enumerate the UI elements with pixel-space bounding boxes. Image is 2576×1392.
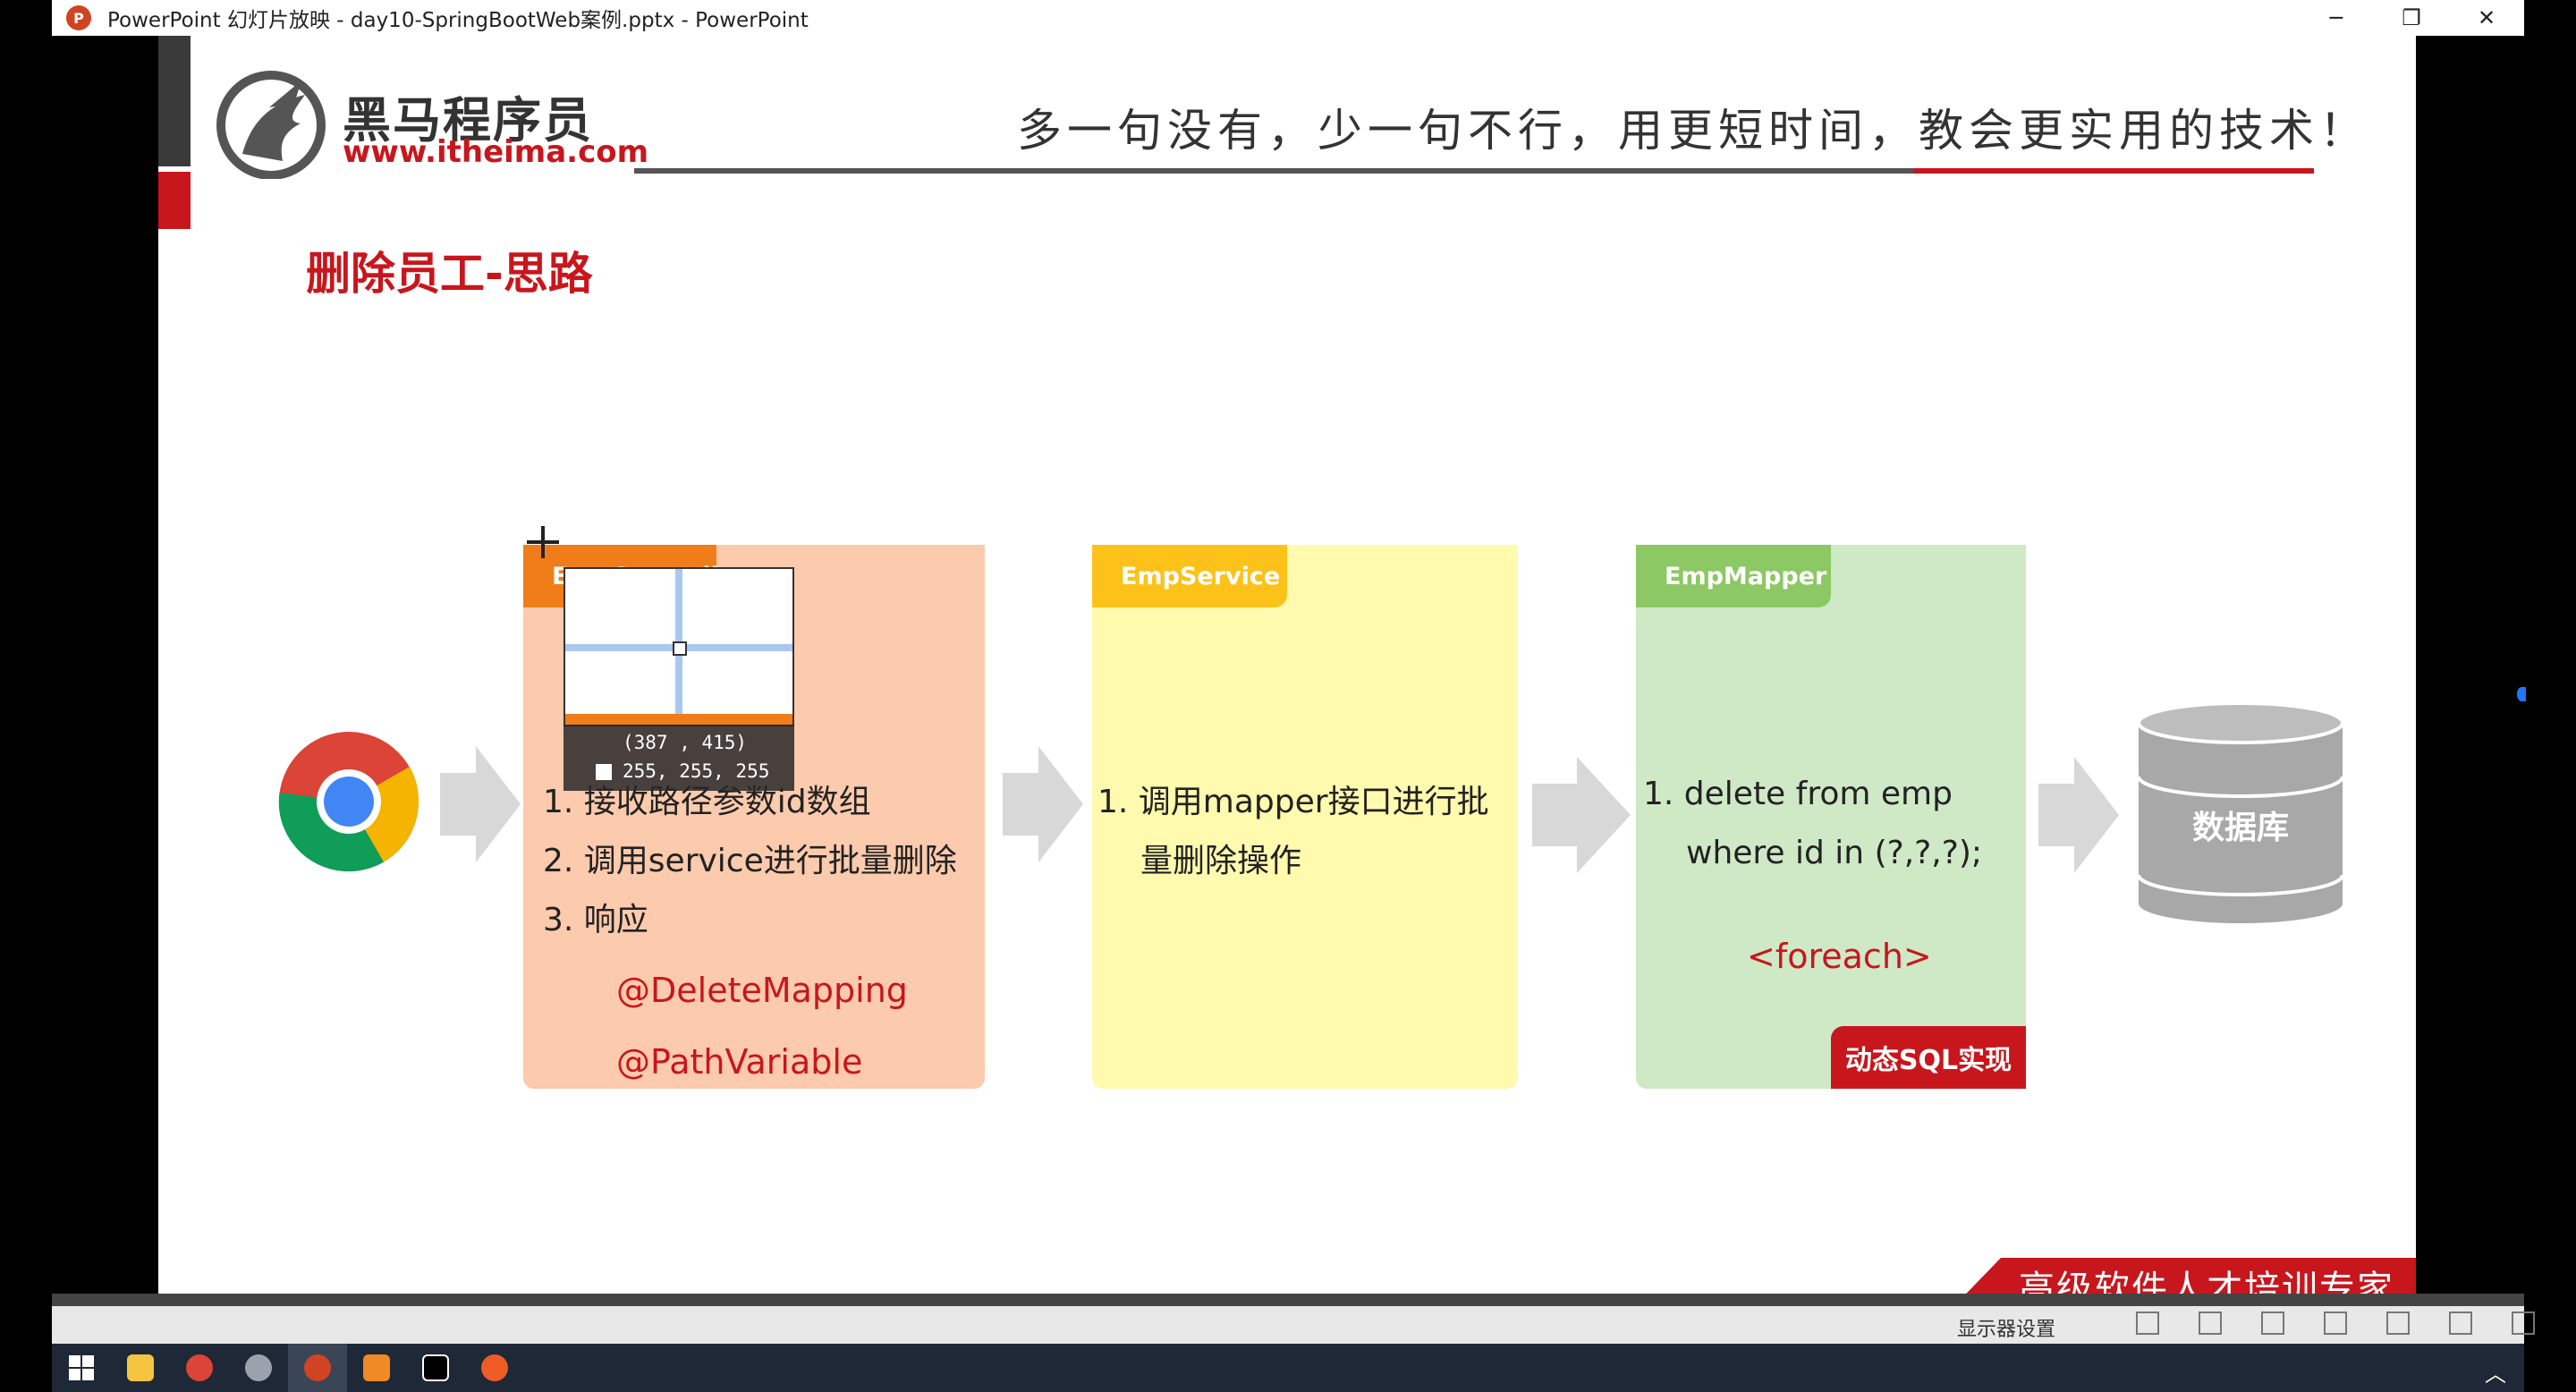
arrow-right-icon xyxy=(440,746,521,862)
controller-step-2: 2. 调用service进行批量删除 xyxy=(543,843,957,879)
next-slide-icon[interactable] xyxy=(2261,1311,2284,1335)
path-variable-annotation: @PathVariable xyxy=(616,1042,863,1082)
arrow-right-icon xyxy=(1532,757,1631,873)
delete-mapping-annotation: @DeleteMapping xyxy=(616,971,908,1010)
file-explorer-icon[interactable] xyxy=(111,1344,170,1392)
minimize-button[interactable]: ─ xyxy=(2299,0,2374,36)
service-step-1: 1. 调用mapper接口进行批 xyxy=(1097,784,1489,820)
color-rgb-value: 255, 255, 255 xyxy=(623,760,770,782)
window-title: PowerPoint 幻灯片放映 - day10-SpringBootWeb案例… xyxy=(107,9,809,32)
color-swatch xyxy=(596,764,612,780)
slide-bottom-border xyxy=(52,1294,2524,1306)
logo-url: www.itheima.com xyxy=(343,134,649,170)
reading-view-icon[interactable] xyxy=(2449,1311,2472,1335)
mapper-box: EmpMapper 1. delete from emp where id in… xyxy=(1636,545,2026,1089)
header-divider xyxy=(634,168,1913,174)
slide-title: 删除员工-思路 xyxy=(306,248,593,300)
database-label: 数据库 xyxy=(2191,810,2289,846)
postman-icon[interactable] xyxy=(465,1344,524,1392)
intellij-icon[interactable] xyxy=(406,1344,465,1392)
service-box: EmpService 1. 调用mapper接口进行批 量删除操作 xyxy=(1092,545,1518,1089)
service-step-1-cont: 量删除操作 xyxy=(1140,843,1302,879)
magnifier-view xyxy=(564,567,794,726)
arrow-right-icon xyxy=(2038,757,2119,873)
windows-taskbar: ︿ xyxy=(52,1344,2524,1392)
mapper-sql-line2: where id in (?,?,?); xyxy=(1686,835,1982,871)
mapper-tab: EmpMapper xyxy=(1636,545,1831,607)
previous-slide-icon[interactable] xyxy=(2136,1311,2159,1335)
color-picker-magnifier: (387 , 415) 255, 255, 255 xyxy=(564,567,794,791)
service-tab: EmpService xyxy=(1092,545,1287,607)
controller-step-3: 3. 响应 xyxy=(543,902,648,938)
itheima-logo-icon xyxy=(216,71,326,179)
powerpoint-icon[interactable] xyxy=(288,1344,347,1392)
window-title-bar: P PowerPoint 幻灯片放映 - day10-SpringBootWeb… xyxy=(52,0,2524,36)
display-settings-button[interactable]: 显示器设置 xyxy=(1957,1313,2055,1342)
header-divider-accent xyxy=(1913,168,2314,174)
chrome-icon[interactable] xyxy=(170,1344,229,1392)
windows-start-icon[interactable] xyxy=(52,1344,111,1392)
normal-view-icon[interactable] xyxy=(2324,1311,2347,1335)
slide-left-accent xyxy=(158,172,191,229)
powerpoint-icon: P xyxy=(66,5,91,30)
app-icon[interactable] xyxy=(229,1344,288,1392)
sublime-icon[interactable] xyxy=(347,1344,406,1392)
chrome-icon xyxy=(278,732,419,872)
cursor-coordinates: (387 , 415) xyxy=(623,732,748,753)
edge-indicator xyxy=(2517,687,2526,701)
slogan: 多一句没有，少一句不行，用更短时间，教会更实用的技术！ xyxy=(1017,105,2369,157)
slide: 黑马程序员 www.itheima.com 多一句没有，少一句不行，用更短时间，… xyxy=(158,36,2416,1294)
chevron-up-icon[interactable]: ︿ xyxy=(2485,1356,2506,1388)
slide-sorter-icon[interactable] xyxy=(2386,1311,2410,1335)
foreach-tag: <foreach> xyxy=(1747,937,1932,976)
dynamic-sql-badge: 动态SQL实现 xyxy=(1831,1026,2026,1089)
mapper-sql-line1: 1. delete from emp xyxy=(1643,776,1953,812)
restore-button[interactable]: ❐ xyxy=(2374,0,2449,36)
slide-left-bar xyxy=(158,36,191,166)
slide-menu-icon[interactable] xyxy=(2199,1311,2222,1335)
arrow-right-icon xyxy=(1003,746,1083,862)
magnifier-info: (387 , 415) 255, 255, 255 xyxy=(564,725,794,791)
slideshow-view-icon[interactable] xyxy=(2512,1311,2535,1335)
close-button[interactable]: ✕ xyxy=(2449,0,2524,36)
footer-banner: 高级软件人才培训专家 xyxy=(1947,1258,2416,1294)
crosshair-icon xyxy=(527,526,559,558)
slideshow-toolbar: 显示器设置 xyxy=(52,1306,2535,1344)
